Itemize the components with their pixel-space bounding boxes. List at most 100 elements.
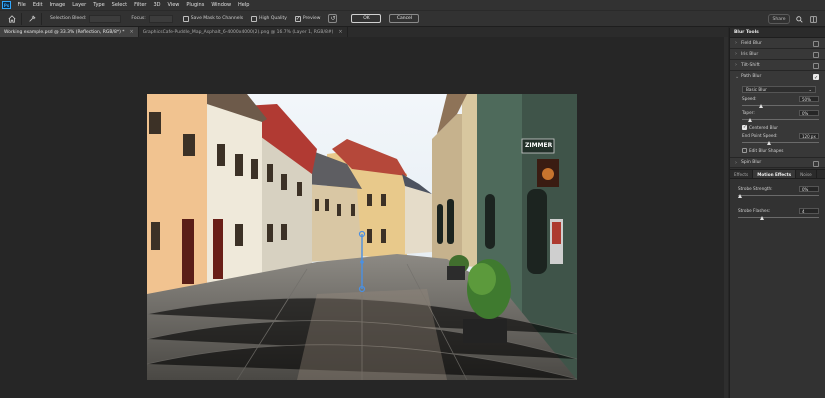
tab-label: GraphicsCafe-Puddle_Map_Asphalt_6-4000x4… [142, 29, 334, 35]
menu-image[interactable]: Image [46, 0, 69, 10]
field-blur-label: Field Blur [741, 40, 762, 46]
speed-input[interactable]: 50% [799, 96, 819, 102]
path-blur-checkbox[interactable]: ✓ [813, 74, 819, 81]
menu-plugins[interactable]: Plugins [183, 0, 208, 10]
street-photo[interactable]: ZIMMER [147, 94, 577, 380]
end-speed-slider-thumb[interactable] [766, 140, 771, 145]
save-mask-label: Save Mask to Channels [190, 16, 244, 21]
strobe-strength-thumb[interactable] [737, 193, 742, 198]
preview-checkbox[interactable]: ✓ [294, 15, 301, 22]
focus-field[interactable] [148, 14, 173, 23]
spin-blur-checkbox[interactable] [813, 161, 819, 167]
strobe-flashes-track[interactable] [738, 217, 819, 218]
home-icon[interactable] [6, 13, 17, 24]
tilt-shift-row[interactable]: › Tilt-Shift [730, 60, 825, 71]
speed-slider-row: Speed: 50% [742, 96, 819, 110]
strobe-strength-row: Strobe Strength: 0% [737, 186, 819, 208]
menu-3d[interactable]: 3D [150, 0, 164, 10]
search-icon[interactable] [794, 14, 804, 24]
pin-tool-icon[interactable] [26, 13, 37, 24]
end-speed-input[interactable]: 120 px [799, 133, 819, 139]
path-blur-settings: Basic Blur ⌄ Speed: 50% Taper: 0% ✓ Cent… [730, 82, 825, 157]
menu-select[interactable]: Select [108, 0, 130, 10]
strobe-flashes-input[interactable]: 4 [799, 208, 819, 214]
spin-blur-label: Spin Blur [741, 160, 762, 165]
tab-working-example[interactable]: Working example.psd @ 33.3% (Reflection,… [0, 27, 139, 37]
centered-blur-row[interactable]: ✓ Centered Blur [742, 124, 819, 131]
tab-noise[interactable]: Noise [796, 170, 817, 178]
focus-label: Focus: [131, 16, 146, 21]
high-quality-checkbox[interactable] [251, 15, 258, 22]
speed-slider-thumb[interactable] [759, 103, 764, 108]
menu-window[interactable]: Window [208, 0, 235, 10]
speed-slider-track[interactable] [742, 105, 819, 106]
tilt-shift-label: Tilt-Shift [741, 62, 760, 68]
menu-edit[interactable]: Edit [29, 0, 46, 10]
centered-blur-label: Centered Blur [749, 125, 778, 130]
menu-layer[interactable]: Layer [69, 0, 90, 10]
iris-blur-checkbox[interactable] [813, 52, 819, 58]
street-scene-image: ZIMMER [147, 94, 577, 380]
svg-text:ZIMMER: ZIMMER [525, 142, 553, 149]
menu-help[interactable]: Help [235, 0, 253, 10]
edit-shapes-row[interactable]: Edit Blur Shapes [742, 147, 819, 154]
path-blur-row[interactable]: ⌄ Path Blur ✓ [730, 71, 825, 82]
strobe-flashes-thumb[interactable] [760, 215, 765, 220]
edit-shapes-label: Edit Blur Shapes [749, 148, 784, 153]
panel-header: Blur Tools [730, 28, 825, 38]
speed-label: Speed: [742, 96, 757, 101]
strobe-strength-track[interactable] [738, 195, 819, 196]
panel-title: Blur Tools [734, 30, 759, 35]
iris-blur-row[interactable]: › Iris Blur [730, 49, 825, 60]
end-speed-slider-track[interactable] [742, 142, 819, 143]
selection-bleed-field[interactable] [89, 14, 122, 23]
canvas-scrollbar[interactable] [724, 37, 728, 398]
divider [21, 12, 22, 25]
tilt-shift-checkbox[interactable] [813, 63, 819, 69]
blur-type-select[interactable]: Basic Blur ⌄ [742, 86, 816, 93]
close-icon[interactable]: × [130, 29, 134, 35]
menu-view[interactable]: View [164, 0, 183, 10]
menu-type[interactable]: Type [90, 0, 108, 10]
menu-filter[interactable]: Filter [131, 0, 150, 10]
effects-tab-bar: Effects Motion Effects Noise [730, 169, 825, 179]
taper-input[interactable]: 0% [799, 110, 819, 116]
close-icon[interactable]: × [338, 29, 342, 35]
menu-bar: Ps File Edit Image Layer Type Select Fil… [0, 0, 825, 10]
canvas-area[interactable]: ZIMMER [0, 37, 728, 398]
strobe-flashes-row: Strobe Flashes: 4 [738, 208, 819, 222]
high-quality-label: High Quality [259, 16, 287, 21]
strobe-flashes-label: Strobe Flashes: [738, 208, 771, 213]
options-bar: Selection Bleed: Focus: Save Mask to Cha… [0, 10, 825, 27]
photoshop-logo[interactable]: Ps [2, 1, 11, 9]
menu-file[interactable]: File [14, 0, 29, 10]
end-speed-slider-row: End Point Speed: 120 px [742, 133, 819, 147]
reset-icon[interactable]: ↺ [328, 14, 338, 23]
share-button[interactable]: Share [768, 14, 790, 24]
motion-effects-settings: Strobe Strength: 0% Strobe Flashes: 4 [730, 179, 825, 222]
chevron-down-icon: ⌄ [808, 87, 812, 92]
iris-blur-label: Iris Blur [741, 51, 759, 57]
field-blur-row[interactable]: › Field Blur [730, 38, 825, 49]
tab-effects[interactable]: Effects [730, 170, 754, 178]
spin-blur-row[interactable]: › Spin Blur [730, 157, 825, 168]
edit-shapes-checkbox[interactable] [742, 148, 747, 153]
cancel-button[interactable]: Cancel [389, 14, 420, 23]
taper-slider-track[interactable] [742, 119, 819, 120]
strobe-strength-input[interactable]: 0% [799, 186, 819, 192]
taper-label: Taper: [742, 110, 755, 115]
field-blur-checkbox[interactable] [813, 41, 819, 47]
save-mask-checkbox[interactable] [182, 15, 189, 22]
preview-label: Preview [302, 16, 321, 21]
workspace-icon[interactable] [808, 14, 818, 24]
ok-button[interactable]: OK [351, 14, 382, 23]
taper-slider-row: Taper: 0% [742, 110, 819, 124]
tab-puddle-map[interactable]: GraphicsCafe-Puddle_Map_Asphalt_6-4000x4… [139, 27, 348, 37]
path-blur-label: Path Blur [741, 74, 762, 79]
taper-slider-thumb[interactable] [747, 117, 752, 122]
strobe-strength-label: Strobe Strength: [738, 186, 773, 191]
blur-type-value: Basic Blur [746, 87, 767, 92]
end-speed-label: End Point Speed: [742, 133, 778, 138]
tab-motion-effects[interactable]: Motion Effects [753, 170, 797, 178]
centered-blur-checkbox[interactable]: ✓ [742, 125, 747, 130]
